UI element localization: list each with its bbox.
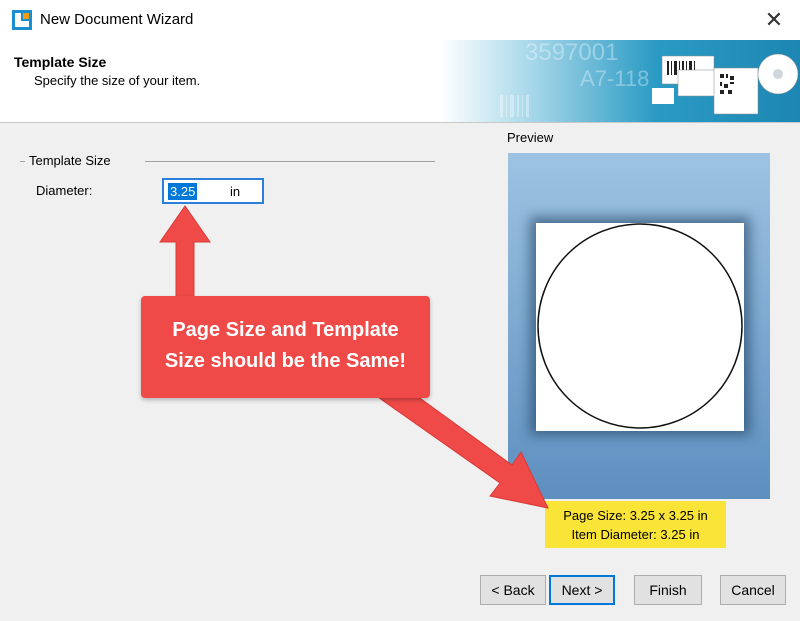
diameter-label: Diameter:: [36, 183, 93, 198]
wizard-header: Template Size Specify the size of your i…: [0, 40, 800, 123]
arrow-up: [159, 205, 211, 301]
finish-button[interactable]: Finish: [634, 575, 702, 605]
diameter-value[interactable]: 3.25: [168, 183, 198, 200]
svg-text:3597001: 3597001: [525, 40, 618, 66]
step-title: Template Size: [14, 54, 107, 70]
title-bar: New Document Wizard ✕: [0, 0, 800, 40]
callout-line-1: Page Size and Template: [172, 319, 399, 341]
preview-panel: [508, 153, 770, 499]
callout-line-2: Size should be the Same!: [164, 350, 407, 372]
diameter-unit: in: [230, 184, 241, 199]
diameter-input[interactable]: 3.25 in: [162, 178, 264, 204]
next-button[interactable]: Next >: [549, 575, 615, 605]
cancel-button[interactable]: Cancel: [720, 575, 786, 605]
group-divider: [145, 161, 435, 162]
annotation-callout: Page Size and Template Size should be th…: [141, 296, 430, 398]
svg-text:A7-118: A7-118: [580, 66, 649, 91]
back-button[interactable]: < Back: [480, 575, 546, 605]
close-icon[interactable]: ✕: [762, 6, 786, 34]
item-diameter-text: Item Diameter: 3.25 in: [571, 527, 700, 542]
app-logo-icon: [12, 10, 32, 30]
group-divider-left: [20, 161, 25, 162]
preview-label: Preview: [507, 130, 554, 145]
step-subtitle: Specify the size of your item.: [34, 73, 201, 88]
window-title: New Document Wizard: [40, 11, 194, 28]
group-title: Template Size: [29, 153, 111, 168]
barcode-banner-image: 3597001 A7-118: [440, 40, 800, 122]
page-size-text: Page Size: 3.25 x 3.25 in: [563, 508, 708, 523]
size-info-box: Page Size: 3.25 x 3.25 in Item Diameter:…: [545, 501, 726, 548]
